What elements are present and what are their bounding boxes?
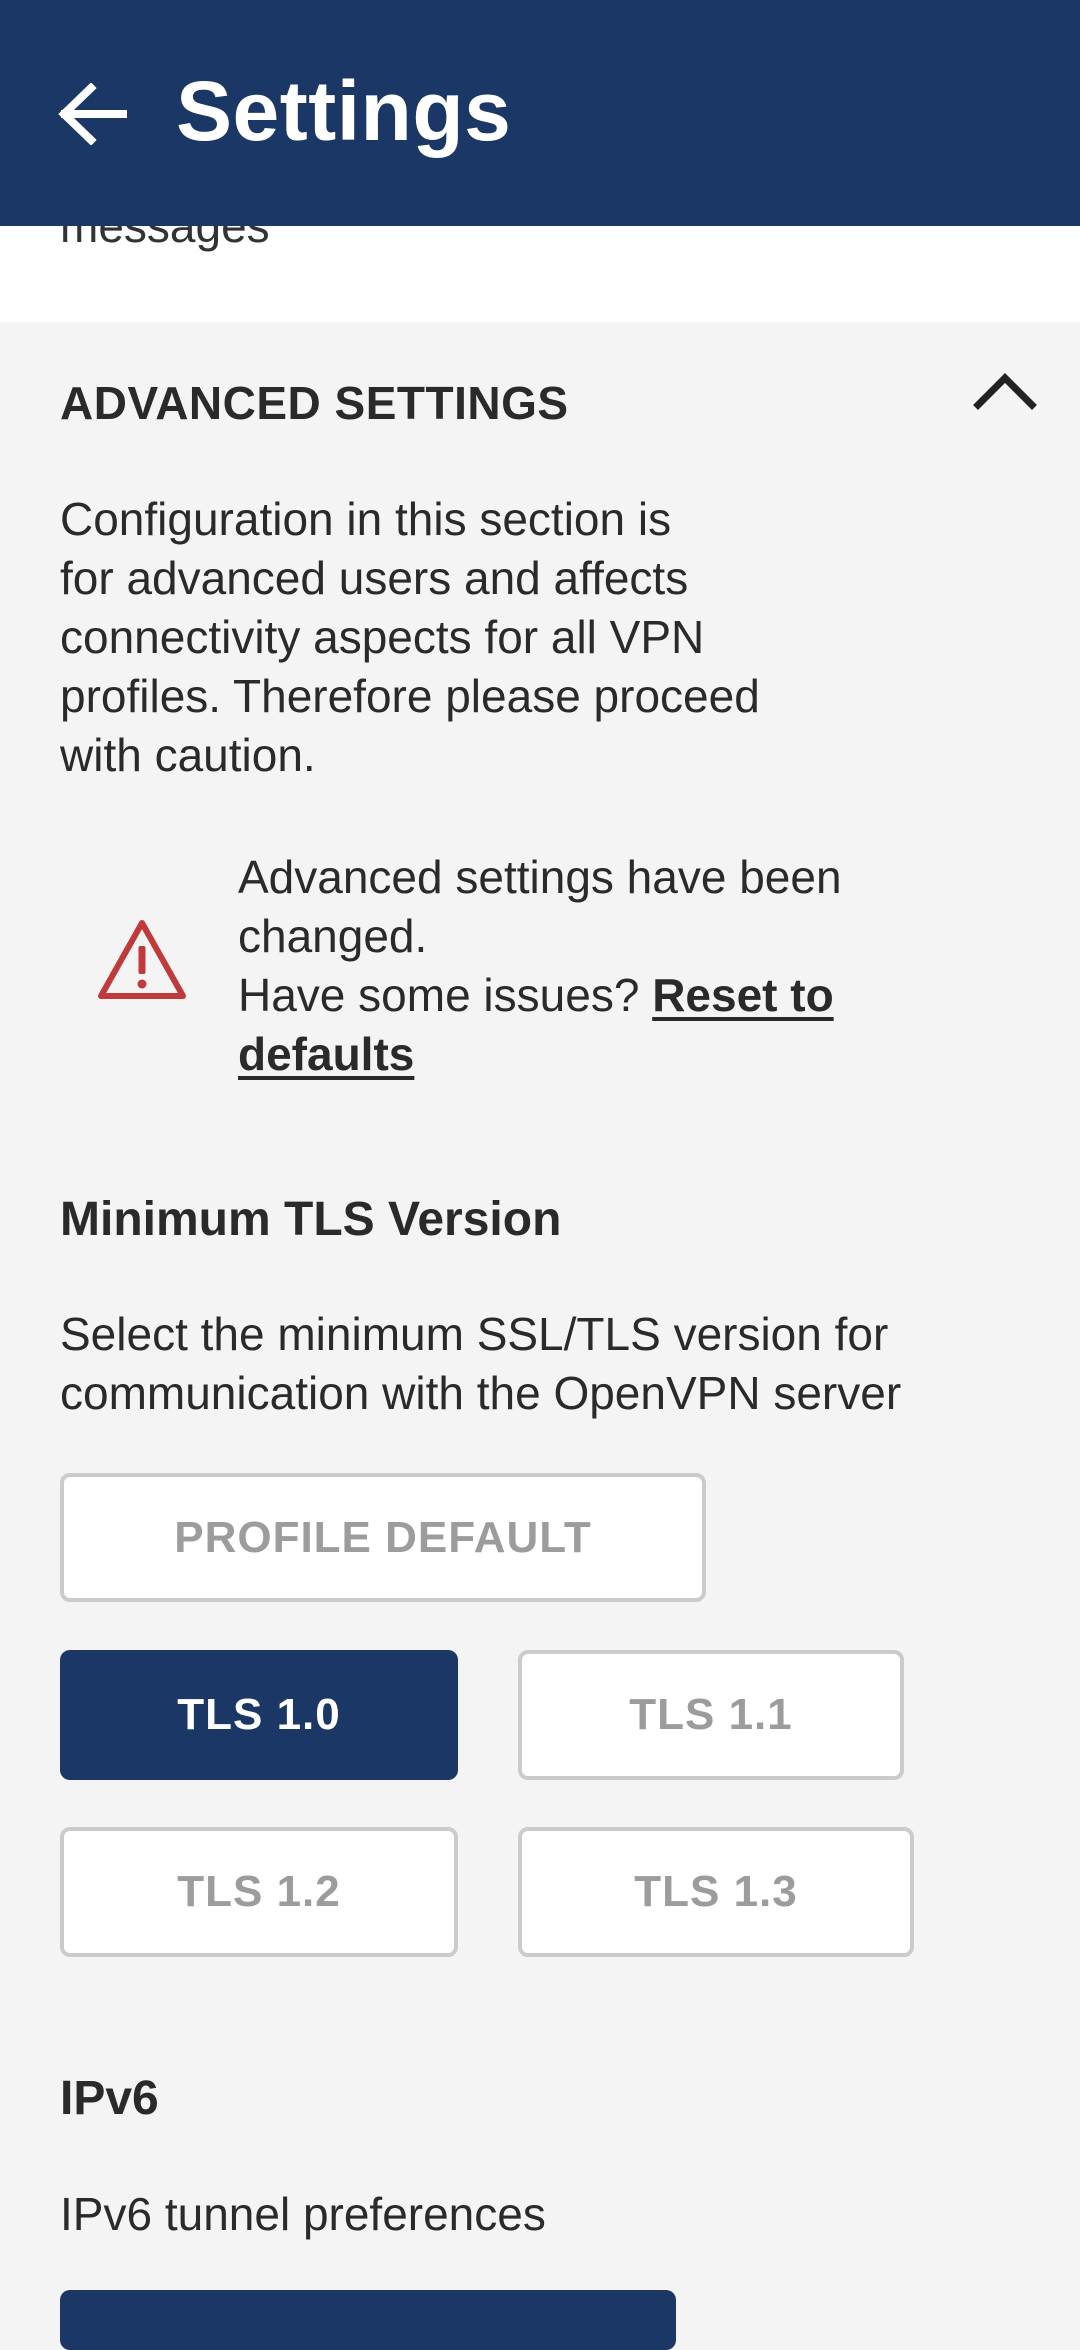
warning-issues-prompt: Have some issues? bbox=[238, 969, 653, 1021]
page-title: Settings bbox=[176, 64, 512, 158]
tls-option-1-3[interactable]: TLS 1.3 bbox=[518, 1827, 914, 1957]
warning-triangle-icon bbox=[98, 920, 186, 999]
arrow-left-icon bbox=[58, 83, 127, 145]
ipv6-option-button[interactable] bbox=[60, 2290, 676, 2350]
collapse-section-button[interactable] bbox=[960, 350, 1050, 430]
app-bar: Settings bbox=[0, 0, 1080, 226]
advanced-settings-description: Configuration in this section is for adv… bbox=[60, 493, 760, 781]
tls-version-title: Minimum TLS Version bbox=[60, 1193, 562, 1246]
ipv6-description: IPv6 tunnel preferences bbox=[60, 2188, 546, 2240]
tls-version-description: Select the minimum SSL/TLS version for c… bbox=[60, 1308, 902, 1419]
tls-option-1-1[interactable]: TLS 1.1 bbox=[518, 1650, 904, 1780]
chevron-up-icon bbox=[973, 373, 1037, 410]
advanced-settings-title: ADVANCED SETTINGS bbox=[60, 377, 569, 429]
previous-section: messages bbox=[0, 226, 1080, 322]
warning-message: Advanced settings have been changed. bbox=[238, 851, 842, 962]
back-button[interactable] bbox=[44, 66, 140, 162]
tls-option-1-2[interactable]: TLS 1.2 bbox=[60, 1827, 458, 1957]
tls-option-1-0[interactable]: TLS 1.0 bbox=[60, 1650, 458, 1780]
ipv6-title: IPv6 bbox=[60, 2072, 159, 2125]
tls-option-profile-default[interactable]: PROFILE DEFAULT bbox=[60, 1473, 706, 1602]
previous-section-text: messages bbox=[60, 226, 270, 252]
advanced-settings-warning: Advanced settings have been changed. Hav… bbox=[238, 848, 998, 1084]
